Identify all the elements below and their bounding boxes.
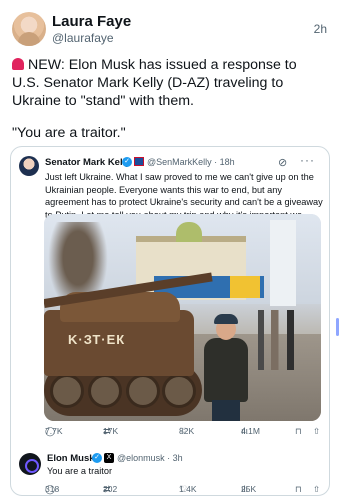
reply-text: You are a traitor <box>47 466 113 476</box>
post-text-quote: "You are a traitor." <box>12 125 126 141</box>
image-tower <box>270 220 296 306</box>
reply-post[interactable]: Elon Musk ✓ X @elonmusk · 3h You are a t… <box>11 446 329 495</box>
reply-count: 7.7K <box>45 426 63 436</box>
image-tank-wheel <box>162 374 196 408</box>
post-text: NEW: Elon Musk has issued a response to … <box>12 56 328 142</box>
more-icon[interactable]: ··· <box>300 153 315 167</box>
share-icon[interactable]: ⇧ <box>313 426 320 437</box>
person-cap <box>214 314 238 324</box>
quoted-post-card[interactable]: Senator Mark Kelly ✓ @SenMarkKelly · 18h… <box>10 146 330 496</box>
person-coat <box>204 338 248 402</box>
author-handle[interactable]: @laurafaye <box>52 31 114 45</box>
image-banner-yellow <box>230 276 260 298</box>
image-crowd <box>258 310 318 370</box>
image-tank-wheel <box>126 374 160 408</box>
bookmark-icon[interactable]: ⊓ <box>295 426 302 437</box>
like-count: 82K <box>179 426 195 436</box>
reply-count: 318 <box>45 484 60 494</box>
like-count: 1.4K <box>179 484 197 494</box>
siren-icon <box>12 58 24 70</box>
verified-badge-icon: ✓ <box>92 453 102 463</box>
repost-count: 17K <box>103 426 119 436</box>
reply-author-avatar[interactable] <box>19 453 41 475</box>
post-text-line: NEW: Elon Musk has issued a response to … <box>12 56 328 110</box>
image-person <box>204 314 248 421</box>
grok-icon[interactable]: ⊘ <box>278 156 287 169</box>
quoted-author-name[interactable]: Senator Mark Kelly <box>45 157 131 168</box>
image-tank-wheel <box>88 374 122 408</box>
quoted-author-handle-time[interactable]: @SenMarkKelly · 18h <box>147 157 235 167</box>
verified-badge-icon: ✓ <box>122 157 132 167</box>
person-legs <box>212 400 240 421</box>
reply-author-handle-time[interactable]: @elonmusk · 3h <box>117 453 183 463</box>
post-text-main: NEW: Elon Musk has issued a response to … <box>12 57 297 109</box>
author-name[interactable]: Laura Faye <box>52 13 131 30</box>
us-flag-icon <box>134 157 144 166</box>
post: Laura Faye @laurafaye 2h NEW: Elon Musk … <box>0 0 340 500</box>
reply-actions: ◯ 318 ⇄ 202 ♡ 1.4K ılı 25K ⊓ ⇧ <box>45 484 325 495</box>
image-tank-wheel <box>50 374 84 408</box>
x-logo-icon: X <box>104 453 114 463</box>
views-count: 4.1M <box>241 426 260 436</box>
quoted-post-image[interactable]: K·ЗТ·ЕК <box>44 214 321 421</box>
quoted-post-actions: ◯ 7.7K ⇄ 17K ♡ 82K ılı 4.1M ⊓ ⇧ <box>45 426 325 440</box>
post-time[interactable]: 2h <box>314 22 327 36</box>
bookmark-icon[interactable]: ⊓ <box>295 484 302 495</box>
scrollbar-thumb[interactable] <box>336 318 339 336</box>
image-graffiti: K·ЗТ·ЕК <box>68 332 126 347</box>
quoted-author-avatar[interactable] <box>19 156 39 176</box>
author-avatar[interactable] <box>12 12 46 46</box>
reply-author-name[interactable]: Elon Musk <box>47 453 95 464</box>
repost-count: 202 <box>103 484 118 494</box>
share-icon[interactable]: ⇧ <box>313 484 320 495</box>
views-count: 25K <box>241 484 257 494</box>
